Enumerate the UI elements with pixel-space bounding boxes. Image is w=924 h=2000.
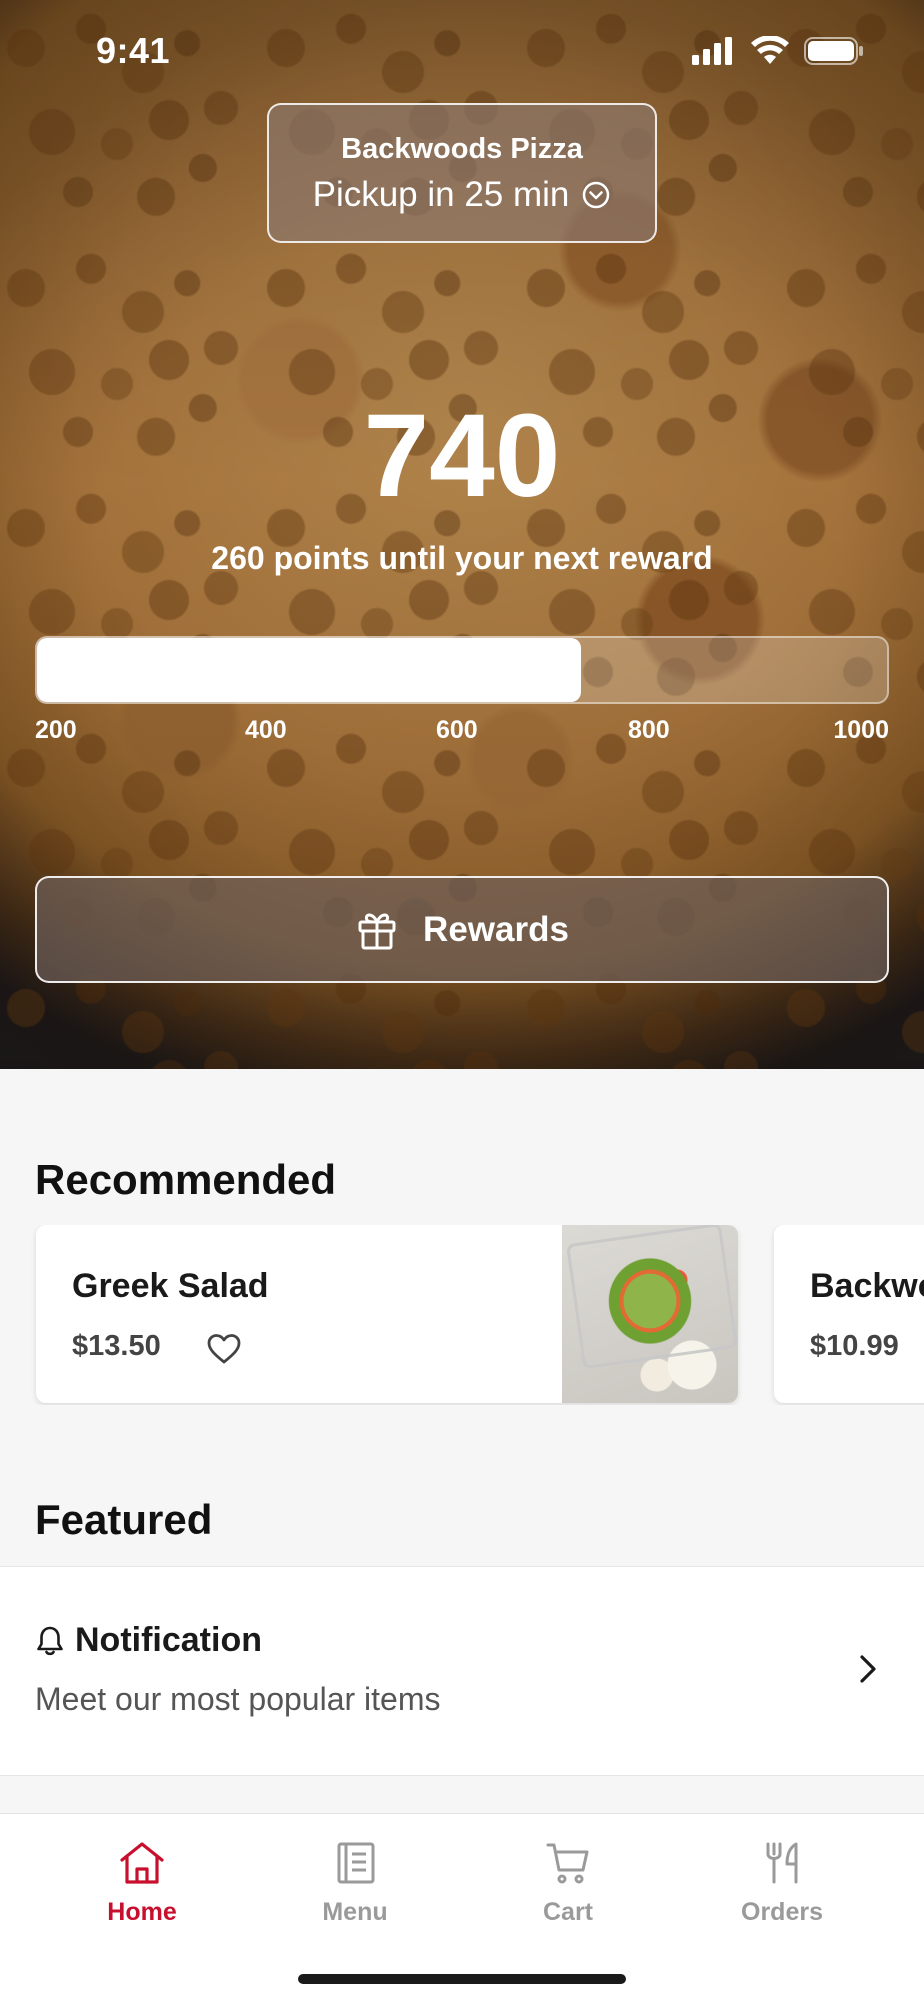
scale-label: 1000 bbox=[833, 716, 889, 744]
scale-label: 600 bbox=[436, 716, 478, 744]
notification-text: Meet our most popular items bbox=[35, 1681, 441, 1717]
item-name: Greek Salad bbox=[72, 1267, 269, 1305]
greek-salad-image bbox=[562, 1225, 738, 1403]
tab-label: Home bbox=[107, 1898, 177, 1926]
tab-cart[interactable]: Cart bbox=[488, 1840, 648, 1940]
notification-heading: Notification bbox=[35, 1621, 262, 1660]
tab-bar: Home Menu Cart Orders bbox=[0, 1813, 924, 2000]
signal-icon bbox=[692, 37, 732, 65]
status-icons bbox=[692, 36, 864, 66]
rewards-progress-bar bbox=[35, 636, 889, 704]
scale-label: 400 bbox=[245, 716, 287, 744]
featured-heading: Featured bbox=[35, 1496, 213, 1543]
item-name: Backwo bbox=[810, 1267, 924, 1305]
chevron-down-circle-icon bbox=[583, 181, 610, 209]
scale-label: 200 bbox=[35, 716, 77, 744]
item-price: $13.50 bbox=[72, 1330, 161, 1362]
status-time: 9:41 bbox=[96, 30, 171, 71]
recommended-card[interactable]: Greek Salad $13.50 bbox=[36, 1225, 738, 1403]
points-balance: 740 bbox=[363, 390, 561, 522]
battery-icon bbox=[804, 37, 863, 65]
rewards-progress-fill bbox=[37, 638, 581, 702]
status-bar: 9:41 bbox=[0, 0, 924, 104]
tab-label: Orders bbox=[741, 1898, 823, 1926]
featured-notification-row[interactable]: Notification Meet our most popular items bbox=[0, 1566, 924, 1776]
home-indicator bbox=[298, 1974, 626, 1984]
store-name: Backwoods Pizza bbox=[341, 133, 583, 165]
home-icon bbox=[120, 1842, 164, 1884]
tab-orders[interactable]: Orders bbox=[702, 1840, 862, 1940]
rewards-button[interactable]: Rewards bbox=[35, 876, 889, 983]
tab-label: Menu bbox=[322, 1898, 388, 1926]
pickup-selector[interactable]: Backwoods Pizza Pickup in 25 min bbox=[267, 103, 657, 243]
gift-icon bbox=[358, 913, 396, 949]
tab-menu[interactable]: Menu bbox=[275, 1840, 435, 1940]
progress-scale: 200 400 600 800 1000 bbox=[35, 716, 889, 752]
recommended-heading: Recommended bbox=[35, 1156, 337, 1203]
rewards-button-label: Rewards bbox=[423, 909, 569, 949]
pickup-time: Pickup in 25 min bbox=[312, 175, 570, 214]
tab-label: Cart bbox=[542, 1898, 593, 1926]
wifi-icon bbox=[751, 36, 789, 64]
tab-home[interactable]: Home bbox=[62, 1840, 222, 1940]
recommended-carousel[interactable]: Greek Salad $13.50 Backwo $10.99 bbox=[0, 1225, 924, 1405]
points-remaining-text: 260 points until your next reward bbox=[211, 540, 713, 576]
scale-label: 800 bbox=[628, 716, 670, 744]
recommended-card[interactable]: Backwo $10.99 bbox=[774, 1225, 924, 1403]
item-price: $10.99 bbox=[810, 1330, 899, 1362]
home-screen: 9:41 Backwoods Pizza Pickup in 25 min 74… bbox=[0, 0, 924, 2000]
chevron-right-icon bbox=[860, 1655, 876, 1683]
orders-icon bbox=[766, 1842, 798, 1884]
cart-icon bbox=[546, 1843, 589, 1884]
bell-icon bbox=[37, 1626, 63, 1655]
notification-title: Notification bbox=[75, 1621, 262, 1659]
heart-icon[interactable] bbox=[206, 1331, 242, 1367]
pickup-time-row: Pickup in 25 min bbox=[269, 175, 655, 215]
menu-icon bbox=[337, 1842, 375, 1884]
